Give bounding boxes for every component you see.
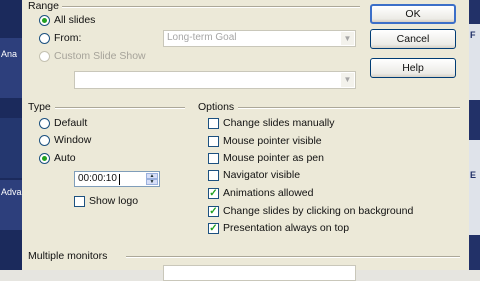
from-label[interactable]: From: bbox=[54, 32, 81, 44]
help-button[interactable]: Help bbox=[370, 58, 456, 78]
type-heading: Type bbox=[28, 101, 51, 113]
pause-duration-value: 00:00:10 bbox=[78, 173, 117, 184]
custom-slide-show-label[interactable]: Custom Slide Show bbox=[54, 50, 146, 62]
background-slide-thumbnail bbox=[469, 100, 480, 140]
mouse-pointer-visible-label[interactable]: Mouse pointer visible bbox=[223, 135, 322, 147]
background-slide-thumbnail bbox=[0, 38, 22, 98]
change-slides-manually-checkbox[interactable] bbox=[208, 118, 219, 129]
range-heading: Range bbox=[28, 0, 59, 12]
cancel-button[interactable]: Cancel bbox=[370, 29, 456, 49]
background-slide-panel-right: F E bbox=[469, 0, 480, 270]
from-dropdown[interactable]: Long-term Goal ▼ bbox=[163, 30, 356, 47]
background-slide-text: Ana bbox=[1, 49, 18, 59]
chevron-down-icon[interactable]: ▼ bbox=[341, 32, 354, 45]
chevron-down-icon[interactable]: ▼ bbox=[341, 73, 354, 87]
change-slides-on-click-label[interactable]: Change slides by clicking on background bbox=[223, 205, 413, 217]
background-slide-thumbnail bbox=[469, 0, 480, 24]
range-divider bbox=[62, 6, 360, 8]
auto-label[interactable]: Auto bbox=[54, 152, 76, 164]
change-slides-manually-label[interactable]: Change slides manually bbox=[223, 117, 334, 129]
multiple-monitors-divider bbox=[126, 256, 460, 258]
animations-allowed-checkbox[interactable]: ✓ bbox=[208, 188, 219, 199]
options-heading: Options bbox=[198, 101, 235, 113]
from-radio[interactable] bbox=[39, 33, 50, 44]
custom-slide-show-dropdown[interactable]: ▼ bbox=[74, 71, 356, 89]
change-slides-on-click-checkbox[interactable]: ✓ bbox=[208, 206, 219, 217]
presentation-always-on-top-label[interactable]: Presentation always on top bbox=[223, 222, 349, 234]
ok-button[interactable]: OK bbox=[370, 4, 456, 24]
window-radio[interactable] bbox=[39, 135, 50, 146]
custom-slide-show-radio[interactable] bbox=[39, 51, 50, 62]
check-icon: ✓ bbox=[209, 223, 218, 234]
type-divider bbox=[55, 107, 185, 109]
background-slide-text: F bbox=[470, 30, 476, 40]
default-radio[interactable] bbox=[39, 118, 50, 129]
background-slide-thumbnail bbox=[469, 235, 480, 270]
background-slide-thumbnail bbox=[0, 118, 22, 178]
mouse-pointer-visible-checkbox[interactable] bbox=[208, 136, 219, 147]
spin-down-icon[interactable]: ▼ bbox=[146, 179, 158, 185]
text-cursor bbox=[119, 174, 120, 185]
background-slide-text: E bbox=[470, 170, 477, 180]
auto-radio[interactable] bbox=[39, 153, 50, 164]
background-slide-panel-left: Ana Adva bbox=[0, 0, 22, 270]
all-slides-label[interactable]: All slides bbox=[54, 14, 95, 26]
mouse-pointer-as-pen-label[interactable]: Mouse pointer as pen bbox=[223, 152, 324, 164]
slide-show-dialog: Range All slides From: Long-term Goal ▼ … bbox=[22, 0, 469, 281]
navigator-visible-label[interactable]: Navigator visible bbox=[223, 169, 300, 181]
from-dropdown-value: Long-term Goal bbox=[167, 32, 237, 43]
options-divider bbox=[238, 107, 460, 109]
window-label[interactable]: Window bbox=[54, 134, 91, 146]
check-icon: ✓ bbox=[209, 206, 218, 217]
presentation-always-on-top-checkbox[interactable]: ✓ bbox=[208, 223, 219, 234]
show-logo-checkbox[interactable] bbox=[74, 196, 85, 207]
navigator-visible-checkbox[interactable] bbox=[208, 170, 219, 181]
mouse-pointer-as-pen-checkbox[interactable] bbox=[208, 153, 219, 164]
all-slides-radio[interactable] bbox=[39, 15, 50, 26]
radio-selected-dot bbox=[42, 156, 47, 161]
animations-allowed-label[interactable]: Animations allowed bbox=[223, 187, 313, 199]
multiple-monitors-heading: Multiple monitors bbox=[28, 250, 108, 262]
show-logo-label[interactable]: Show logo bbox=[89, 195, 138, 207]
default-label[interactable]: Default bbox=[54, 117, 87, 129]
pause-duration-spinner[interactable]: 00:00:10 ▲ ▼ bbox=[74, 171, 160, 187]
check-icon: ✓ bbox=[209, 188, 218, 199]
monitor-dropdown[interactable] bbox=[163, 265, 356, 281]
radio-selected-dot bbox=[42, 18, 47, 23]
background-slide-text: Adva bbox=[1, 187, 22, 197]
